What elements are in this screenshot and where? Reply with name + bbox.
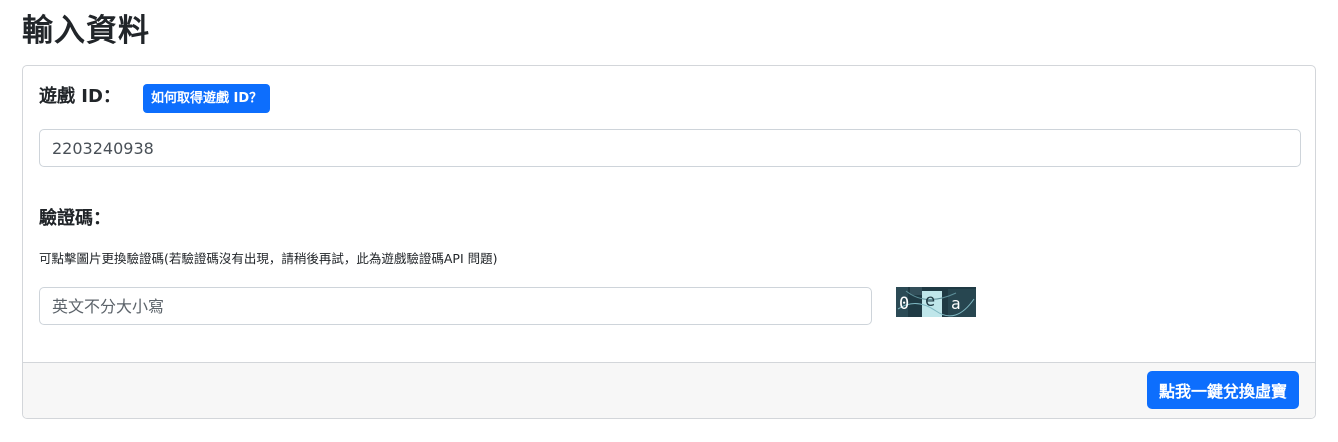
page-title: 輸入資料 bbox=[22, 13, 150, 49]
game-id-label: 遊戲 ID： bbox=[39, 86, 121, 107]
how-to-get-game-id-button[interactable]: 如何取得遊戲 ID？ bbox=[143, 84, 271, 113]
captcha-input[interactable] bbox=[39, 287, 872, 325]
captcha-label: 驗證碼： bbox=[39, 208, 111, 229]
form-body: 遊戲 ID： 如何取得遊戲 ID？ 驗證碼： 可點擊圖片更換驗證碼(若驗證碼沒有… bbox=[23, 66, 1315, 365]
redeem-form-card: 遊戲 ID： 如何取得遊戲 ID？ 驗證碼： 可點擊圖片更換驗證碼(若驗證碼沒有… bbox=[22, 65, 1316, 419]
captcha-char-2: e bbox=[925, 291, 935, 311]
form-footer: 點我一鍵兌換虛寶 bbox=[23, 362, 1315, 418]
captcha-char-1: 0 bbox=[899, 294, 909, 314]
redeem-submit-button[interactable]: 點我一鍵兌換虛寶 bbox=[1146, 371, 1299, 409]
captcha-image[interactable]: 0 e a bbox=[896, 287, 976, 317]
captcha-char-3: a bbox=[951, 294, 961, 313]
captcha-hint: 可點擊圖片更換驗證碼(若驗證碼沒有出現，請稍後再試，此為遊戲驗證碼API 問題) bbox=[39, 251, 498, 266]
game-id-input[interactable] bbox=[39, 129, 1301, 167]
